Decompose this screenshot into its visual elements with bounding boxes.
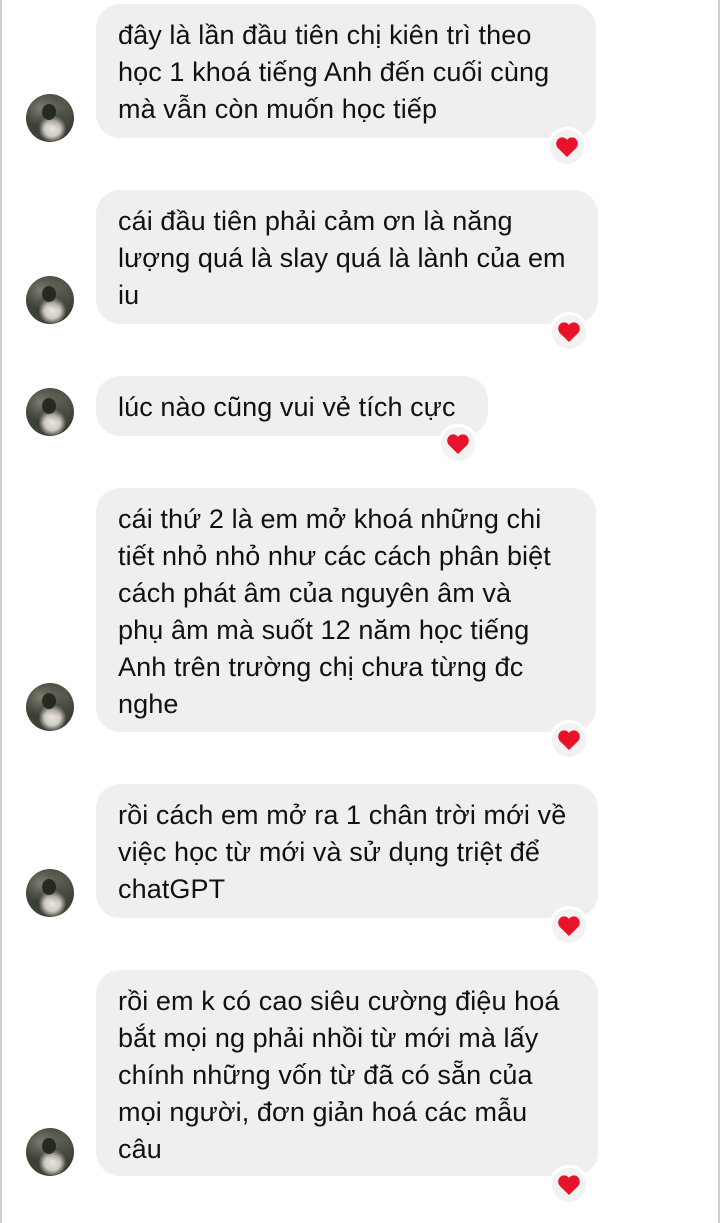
avatar[interactable] bbox=[26, 94, 74, 142]
message-bubble[interactable]: cái thứ 2 là em mở khoá những chi tiết n… bbox=[96, 488, 596, 732]
message-bubble[interactable]: rồi cách em mở ra 1 chân trời mới về việ… bbox=[96, 784, 598, 918]
heart-icon bbox=[558, 730, 580, 750]
heart-icon bbox=[558, 916, 580, 936]
heart-reaction[interactable] bbox=[438, 424, 478, 464]
heart-icon bbox=[556, 137, 578, 157]
heart-reaction[interactable] bbox=[549, 1165, 589, 1205]
heart-reaction[interactable] bbox=[549, 906, 589, 946]
avatar[interactable] bbox=[26, 276, 74, 324]
avatar[interactable] bbox=[26, 388, 74, 436]
heart-reaction[interactable] bbox=[547, 127, 587, 167]
left-border bbox=[0, 0, 2, 1223]
message-bubble[interactable]: lúc nào cũng vui vẻ tích cực bbox=[96, 376, 488, 436]
message-bubble[interactable]: cái đầu tiên phải cảm ơn là năng lượng q… bbox=[96, 190, 598, 324]
heart-reaction[interactable] bbox=[549, 312, 589, 352]
heart-reaction[interactable] bbox=[549, 720, 589, 760]
avatar[interactable] bbox=[26, 683, 74, 731]
heart-icon bbox=[558, 1175, 580, 1195]
message-bubble[interactable]: rồi em k có cao siêu cường điệu hoá bắt … bbox=[96, 970, 598, 1176]
avatar[interactable] bbox=[26, 1128, 74, 1176]
heart-icon bbox=[558, 322, 580, 342]
message-bubble[interactable]: đây là lần đầu tiên chị kiên trì theo họ… bbox=[96, 4, 596, 138]
heart-icon bbox=[447, 434, 469, 454]
avatar[interactable] bbox=[26, 869, 74, 917]
